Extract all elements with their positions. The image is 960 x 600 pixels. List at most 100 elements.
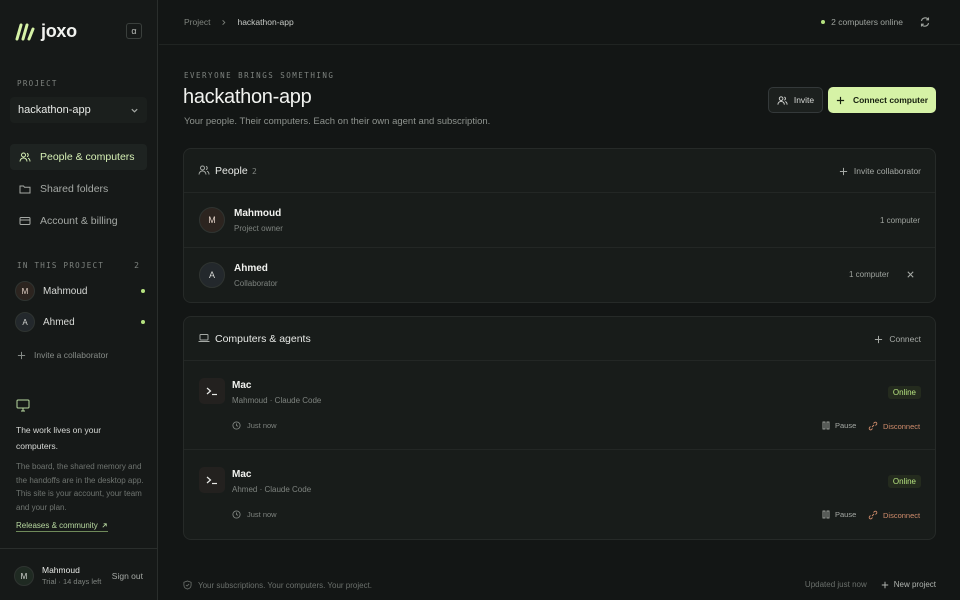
member-item[interactable]: M Mahmoud — [15, 280, 147, 302]
connect-button[interactable]: Connect — [874, 334, 921, 344]
last-seen: Just now — [232, 421, 277, 430]
nav-label: People & computers — [40, 151, 135, 163]
plus-icon — [874, 335, 883, 344]
project-select[interactable]: hackathon-app — [10, 97, 147, 123]
avatar: M — [14, 566, 34, 586]
terminal-icon — [199, 378, 225, 404]
brand[interactable]: joxo — [15, 21, 77, 42]
online-status-label: 2 computers online — [831, 17, 903, 27]
chevron-right-icon — [220, 19, 227, 26]
disconnect-label: Disconnect — [883, 510, 921, 520]
avatar: M — [199, 207, 225, 233]
shield-check-icon — [183, 580, 192, 590]
unlink-icon — [868, 421, 878, 431]
page-subtitle: Your people. Their computers. Each on th… — [184, 116, 491, 127]
connect-computer-button[interactable]: Connect computer — [828, 87, 936, 113]
joxo-logo-icon — [15, 23, 35, 41]
disconnect-label: Disconnect — [883, 421, 921, 431]
avatar: A — [15, 312, 35, 332]
page-title: hackathon-app — [183, 86, 312, 108]
folder-icon — [19, 183, 31, 195]
account-plan: Trial · 14 days left — [42, 577, 102, 586]
computer-name: Mac — [232, 380, 252, 391]
clock-icon — [232, 421, 241, 430]
laptop-icon — [198, 332, 210, 344]
remove-person-icon[interactable] — [906, 270, 915, 279]
new-project-button[interactable]: New project — [881, 580, 936, 589]
desktop-app-info: The work lives on your computers. The bo… — [16, 399, 144, 532]
nav-shared-folders[interactable]: Shared folders — [10, 176, 147, 202]
person-row[interactable]: M Mahmoud Project owner 1 computer — [184, 193, 935, 248]
invite-button-label: Invite — [793, 95, 815, 105]
users-icon — [777, 95, 788, 106]
disconnect-button[interactable]: Disconnect — [868, 510, 920, 520]
card-icon — [19, 215, 31, 227]
status-dot — [821, 20, 826, 24]
people-card-title: People — [215, 165, 248, 177]
disconnect-button[interactable]: Disconnect — [868, 421, 920, 431]
account-panel: M Mahmoud Trial · 14 days left Sign out — [0, 548, 158, 600]
releases-link-label: Releases & community — [16, 521, 98, 530]
pause-label: Pause — [835, 421, 857, 430]
person-computer-count: 1 computer — [848, 270, 889, 279]
members-section-label: IN THIS PROJECT — [17, 261, 105, 270]
footer-actions: Updated just now New project — [805, 580, 936, 589]
refresh-icon[interactable] — [919, 16, 931, 28]
computer-owner: Mahmoud · Claude Code — [232, 396, 322, 405]
pause-button[interactable]: Pause — [822, 510, 856, 519]
brand-name: joxo — [41, 21, 77, 41]
online-status: 2 computers online — [821, 17, 903, 27]
status-badge: Online — [887, 475, 921, 488]
invite-button[interactable]: Invite — [768, 87, 823, 113]
unlink-icon — [868, 510, 878, 520]
plus-icon — [839, 167, 848, 176]
member-item[interactable]: A Ahmed — [15, 311, 147, 333]
person-row[interactable]: A Ahmed Collaborator 1 computer — [184, 248, 935, 303]
nav-account-billing[interactable]: Account & billing — [10, 208, 147, 234]
connect-button-label: Connect computer — [852, 95, 929, 105]
plus-icon — [881, 581, 889, 589]
sign-out-button[interactable]: Sign out — [112, 571, 143, 581]
plus-icon — [17, 351, 26, 360]
last-seen-label: Just now — [247, 421, 277, 430]
updated-label: Updated just now — [804, 580, 867, 589]
breadcrumb-current: hackathon-app — [237, 17, 294, 27]
clock-icon — [232, 510, 241, 519]
invite-link-label: Invite a collaborator — [34, 350, 109, 360]
avatar: M — [15, 281, 35, 301]
person-name: Ahmed — [234, 263, 268, 274]
computer-owner: Ahmed · Claude Code — [232, 485, 312, 494]
status-badge: Online — [887, 386, 921, 399]
users-icon — [19, 151, 31, 163]
releases-community-link[interactable]: Releases & community — [16, 521, 108, 532]
avatar: A — [199, 262, 225, 288]
footer-note: Your subscriptions. Your computers. Your… — [183, 580, 372, 590]
invite-collaborator-label: Invite collaborator — [853, 166, 921, 176]
computer-row: Mac Mahmoud · Claude Code Online Just no… — [184, 361, 935, 450]
breadcrumb: Project hackathon-app — [184, 17, 294, 27]
chevron-down-icon — [130, 106, 139, 115]
users-icon — [198, 164, 210, 176]
info-title: The work lives on your computers. — [16, 425, 102, 451]
sidebar-invite-link[interactable]: Invite a collaborator — [17, 350, 108, 360]
breadcrumb-root[interactable]: Project — [184, 17, 210, 27]
arrow-up-right-icon — [101, 522, 108, 529]
computer-row: Mac Ahmed · Claude Code Online Just now … — [184, 450, 935, 539]
people-card: People 2 Invite collaborator M Mahmoud P… — [183, 148, 936, 303]
invite-collaborator-button[interactable]: Invite collaborator — [839, 166, 921, 176]
terminal-icon — [199, 467, 225, 493]
info-body: The board, the shared memory and the han… — [16, 462, 144, 512]
page-eyebrow: EVERYONE BRINGS SOMETHING — [184, 71, 335, 80]
last-seen: Just now — [232, 510, 277, 519]
last-seen-label: Just now — [247, 510, 277, 519]
pause-icon — [822, 421, 830, 430]
project-select-value: hackathon-app — [18, 104, 91, 116]
sidebar-collapse-button[interactable]: α — [126, 23, 142, 39]
nav-people-computers[interactable]: People & computers — [10, 144, 147, 170]
online-status-dot — [141, 320, 145, 324]
pause-button[interactable]: Pause — [822, 421, 856, 430]
people-card-header: People 2 Invite collaborator — [184, 149, 935, 193]
computers-card: Computers & agents Connect Mac Mahmoud ·… — [183, 316, 936, 540]
person-computer-count: 1 computer — [879, 216, 920, 225]
person-name: Mahmoud — [234, 208, 282, 219]
